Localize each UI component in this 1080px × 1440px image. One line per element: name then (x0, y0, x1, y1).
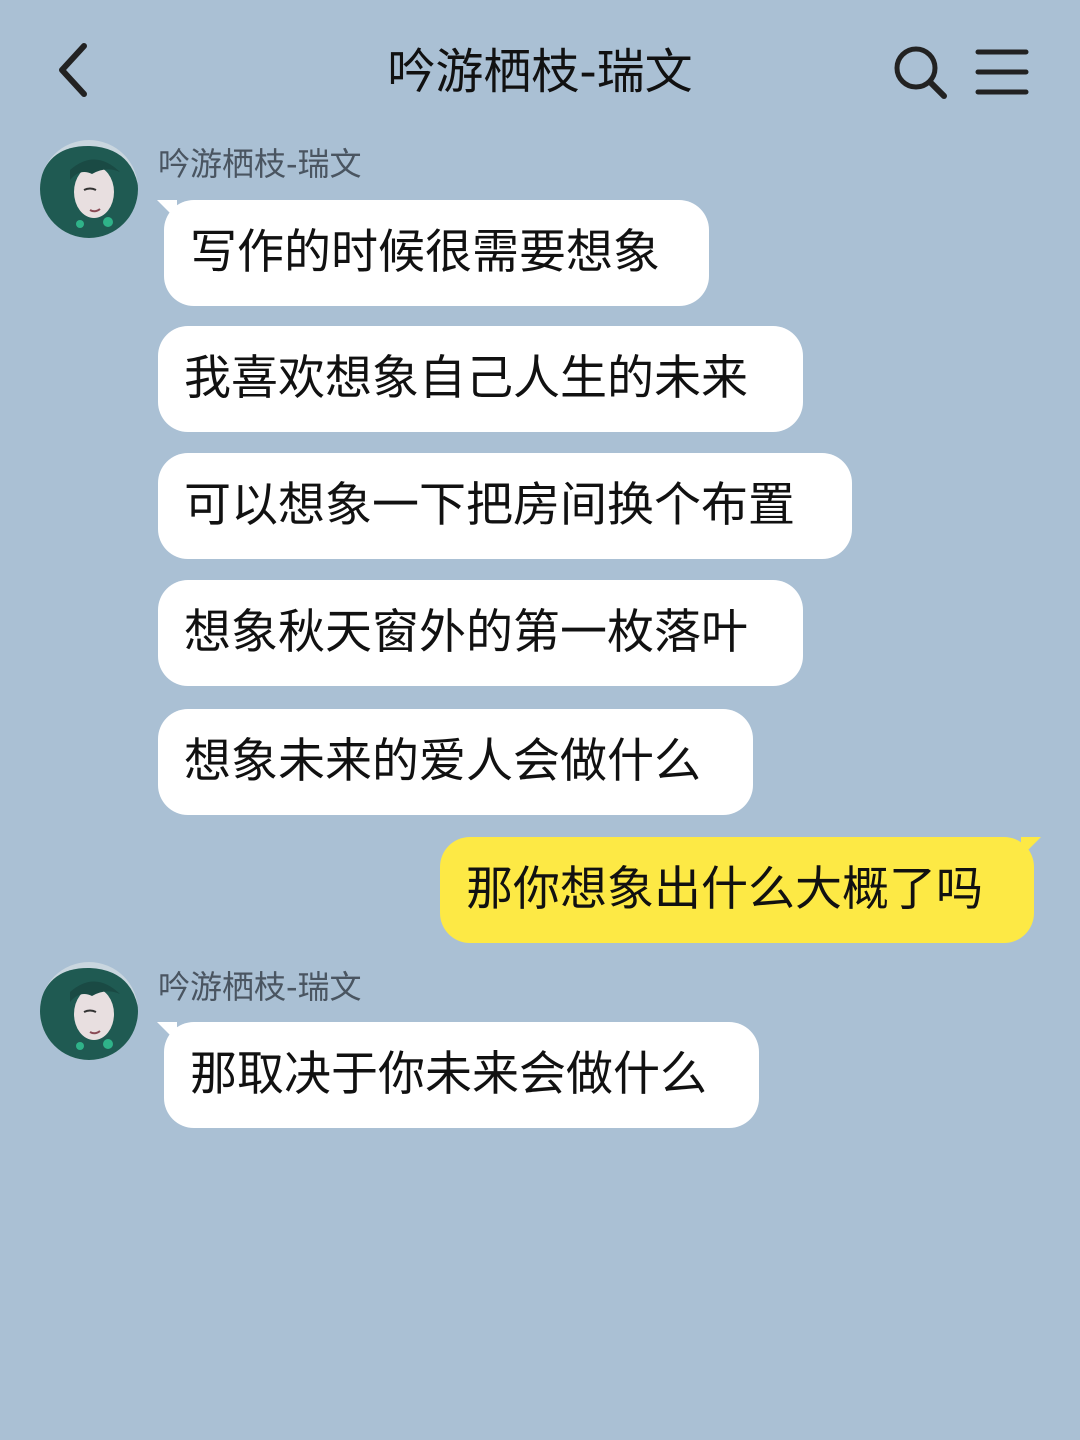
search-icon (894, 46, 947, 99)
chat-title: 吟游栖枝-瑞文 (387, 44, 693, 100)
back-button[interactable] (50, 38, 100, 102)
my-message-bubble[interactable]: 那你想象出什么大概了吗 (440, 837, 1041, 943)
hamburger-menu-icon (975, 49, 1029, 95)
avatar[interactable] (40, 962, 138, 1060)
menu-button[interactable] (970, 40, 1034, 104)
message-bubble[interactable]: 那取决于你未来会做什么 (157, 1022, 759, 1128)
message-bubble[interactable]: 写作的时候很需要想象 (157, 200, 709, 306)
chevron-left-icon (59, 43, 87, 97)
message-bubble[interactable]: 想象秋天窗外的第一枚落叶 (158, 580, 803, 686)
message-bubble[interactable]: 想象未来的爱人会做什么 (158, 709, 753, 815)
avatar-illustration (40, 140, 138, 238)
message-bubble[interactable]: 我喜欢想象自己人生的未来 (158, 326, 803, 432)
sender-name: 吟游栖枝-瑞文 (158, 145, 362, 183)
top-bar: 吟游栖枝-瑞文 (0, 0, 1080, 140)
sender-name: 吟游栖枝-瑞文 (158, 968, 362, 1006)
avatar-illustration (40, 962, 138, 1060)
search-button[interactable] (888, 40, 952, 104)
message-bubble[interactable]: 可以想象一下把房间换个布置 (158, 453, 852, 559)
avatar[interactable] (40, 140, 138, 238)
